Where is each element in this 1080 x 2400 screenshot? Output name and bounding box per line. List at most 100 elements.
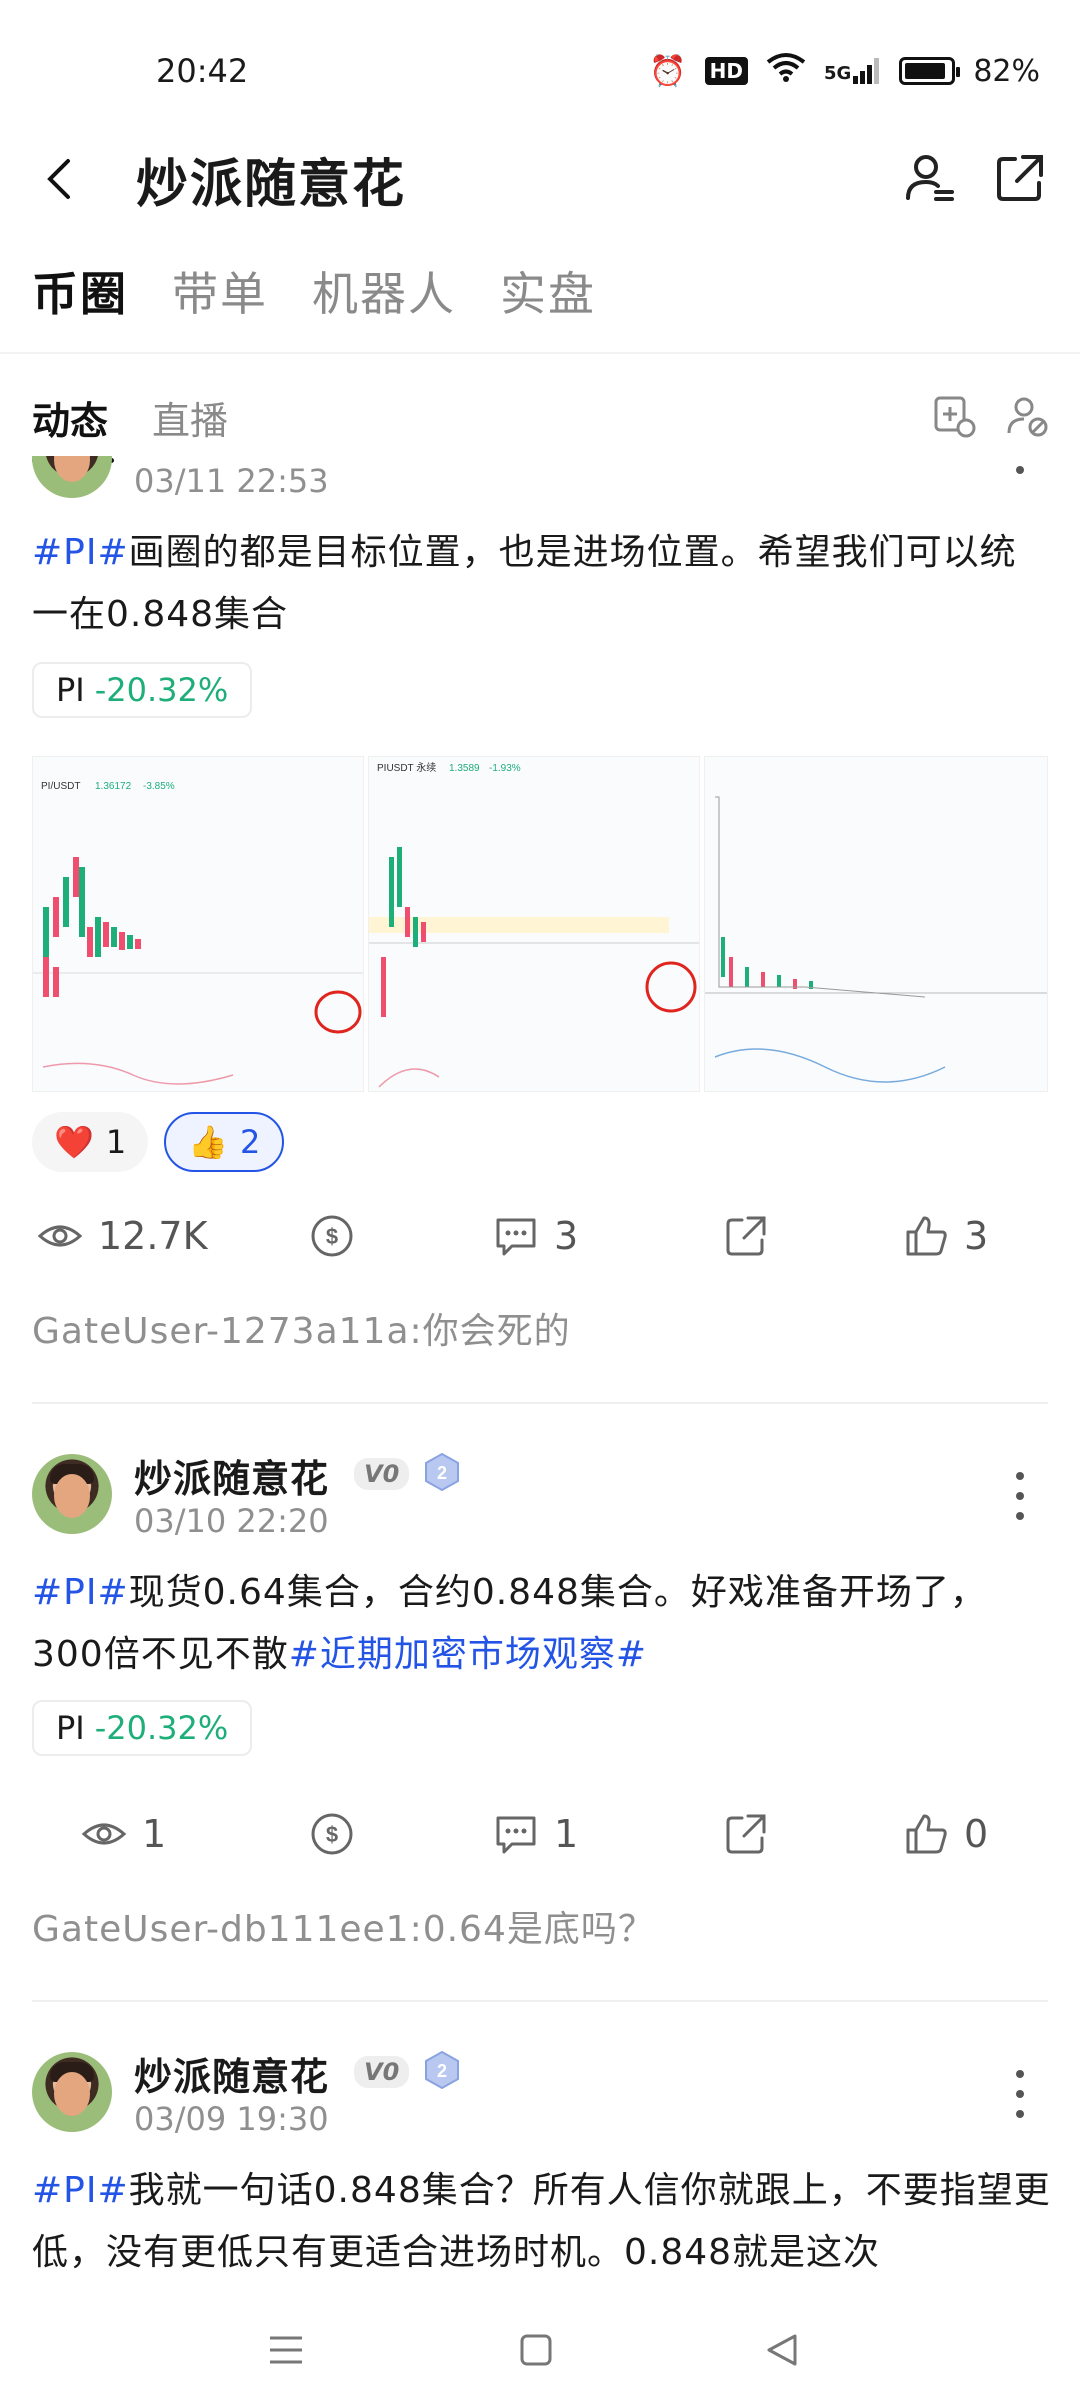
reaction-count: 2 [240, 1123, 261, 1161]
divider [0, 352, 1080, 354]
hashtag-link[interactable]: #PI# [32, 1572, 129, 1613]
system-nav-bar [0, 2290, 1080, 2400]
avatar[interactable] [32, 1454, 112, 1534]
svg-text:$: $ [326, 1822, 338, 1847]
candlestick-chart: PIUSDT 永续 1.3589 -1.93% [369, 761, 699, 1088]
tip-button[interactable]: $ [310, 1214, 354, 1258]
thumbs-up-icon [906, 1216, 947, 1256]
comment-count: 1 [554, 1812, 579, 1856]
reaction-count: 1 [105, 1123, 127, 1161]
chart-change: -3.85% [143, 781, 175, 792]
tip-coin-icon: $ [311, 1813, 353, 1855]
chevron-left-icon [47, 159, 70, 199]
tab-posts[interactable]: 动态 [32, 390, 115, 463]
comment-preview[interactable]: GateUser-1273a11a:你会死的 [32, 1302, 571, 1354]
status-icons: ⏰ HD 5G 82% [649, 52, 1040, 90]
chart-change: -1.93% [489, 763, 521, 774]
views-stat: 1 [82, 1812, 166, 1856]
coin-chip[interactable]: PI -20.32% [32, 1700, 253, 1756]
back-triangle-icon [767, 2334, 797, 2366]
tab-copy-trading[interactable]: 带单 [172, 258, 268, 324]
chart-image[interactable] [704, 756, 1048, 1092]
network-label: 5G [824, 63, 852, 84]
sub-tabs: 动态 直播 [32, 390, 228, 463]
views-stat: 12.7K [38, 1214, 208, 1258]
system-back-button[interactable] [752, 2320, 812, 2380]
comment-button[interactable]: 1 [494, 1812, 578, 1856]
status-bar: 20:42 ⏰ HD 5G 82% [0, 0, 1080, 140]
reaction-thumbs-up[interactable]: 👍 2 [164, 1112, 285, 1172]
battery-icon [899, 57, 961, 85]
divider [32, 1402, 1048, 1404]
add-post-icon [934, 396, 976, 438]
chart-price: 1.3589 [449, 763, 480, 774]
action-bar: 12.7K $ 3 3 [0, 1214, 1080, 1274]
share-post-button[interactable] [724, 1812, 768, 1856]
filter-user-button[interactable] [1003, 392, 1053, 442]
candlestick-chart: PI/USDT 1.36172 -3.85% [33, 781, 363, 1085]
hashtag-link[interactable]: #PI# [32, 532, 129, 573]
avatar[interactable] [32, 2052, 112, 2132]
profile-button[interactable] [900, 148, 960, 208]
page-title: 炒派随意花 [136, 155, 407, 215]
comment-count: 3 [554, 1214, 579, 1258]
chart-pair: PIUSDT 永续 [377, 761, 436, 774]
post-body: 我就一句话0.848集合？所有人信你就跟上，不要指望更低，没有更低只有更适合进场… [32, 2170, 1051, 2273]
main-tabs: 币圈 带单 机器人 实盘 [32, 258, 596, 324]
home-button[interactable] [506, 2320, 566, 2380]
share-icon [726, 1814, 766, 1854]
coin-chip[interactable]: PI -20.32% [32, 662, 253, 718]
tab-live-trading[interactable]: 实盘 [500, 258, 596, 324]
thumbs-up-icon [906, 1814, 947, 1854]
post-time: 03/09 19:30 [134, 2100, 329, 2138]
vip-badge: V0 [354, 1458, 410, 1490]
tab-crypto[interactable]: 币圈 [32, 258, 128, 324]
like-button[interactable]: 3 [904, 1214, 988, 1258]
author-name[interactable]: 炒派随意花 [134, 1448, 329, 1503]
chart-price: 1.36172 [95, 781, 132, 792]
tab-live[interactable]: 直播 [152, 390, 228, 463]
user-icon [906, 155, 954, 201]
tip-button[interactable]: $ [310, 1812, 354, 1856]
back-button[interactable] [34, 154, 84, 204]
reaction-bar: ❤️ 1 👍 2 [32, 1112, 285, 1172]
comment-button[interactable]: 3 [494, 1214, 578, 1258]
tab-bots[interactable]: 机器人 [312, 258, 456, 324]
coin-symbol: PI [56, 671, 85, 709]
coin-symbol: PI [56, 1709, 85, 1747]
thumbs-up-icon: 👍 [188, 1123, 229, 1161]
chart-image[interactable]: PI/USDT 1.36172 -3.85% [32, 756, 364, 1092]
tip-coin-icon: $ [311, 1215, 353, 1257]
eye-icon [82, 1823, 126, 1845]
share-post-button[interactable] [724, 1214, 768, 1258]
more-options-button[interactable] [1010, 1466, 1030, 1526]
post-body: 画圈的都是目标位置，也是进场位置。希望我们可以统一在0.848集合 [32, 532, 1017, 635]
comment-preview[interactable]: GateUser-db111ee1:0.64是底吗？ [32, 1900, 655, 1952]
action-bar: 1 $ 1 0 [0, 1812, 1080, 1872]
reaction-heart[interactable]: ❤️ 1 [32, 1112, 149, 1172]
more-options-button[interactable] [1010, 2064, 1030, 2124]
like-count: 0 [964, 1812, 989, 1856]
views-count: 1 [142, 1812, 167, 1856]
post-time: 03/11 22:53 [134, 462, 329, 500]
hashtag-link[interactable]: #PI# [32, 2170, 129, 2211]
battery-percent: 82% [973, 53, 1040, 89]
level-number: 2 [437, 1463, 447, 1483]
share-icon [997, 155, 1043, 201]
post-text[interactable]: #PI#画圈的都是目标位置，也是进场位置。希望我们可以统一在0.848集合 [32, 522, 1052, 646]
chart-pair: PI/USDT [41, 781, 80, 792]
like-button[interactable]: 0 [904, 1812, 988, 1856]
header: 炒派随意花 [0, 130, 1080, 230]
more-options-button[interactable] [1010, 464, 1030, 480]
new-post-button[interactable] [930, 392, 980, 442]
user-filter-icon [1007, 397, 1048, 437]
share-button[interactable] [990, 148, 1050, 208]
post-text[interactable]: #PI#我就一句话0.848集合？所有人信你就跟上，不要指望更低，没有更低只有更… [32, 2160, 1052, 2284]
level-number: 2 [437, 2061, 447, 2081]
post-text[interactable]: #PI#现货0.64集合，合约0.848集合。好戏准备开场了，300倍不见不散#… [32, 1562, 1052, 1686]
hashtag-link[interactable]: #近期加密市场观察# [289, 1634, 647, 1675]
chart-image[interactable]: PIUSDT 永续 1.3589 -1.93% [368, 756, 700, 1092]
recent-apps-button[interactable] [256, 2320, 316, 2380]
share-icon [726, 1216, 766, 1256]
author-name[interactable]: 炒派随意花 [134, 2046, 329, 2101]
